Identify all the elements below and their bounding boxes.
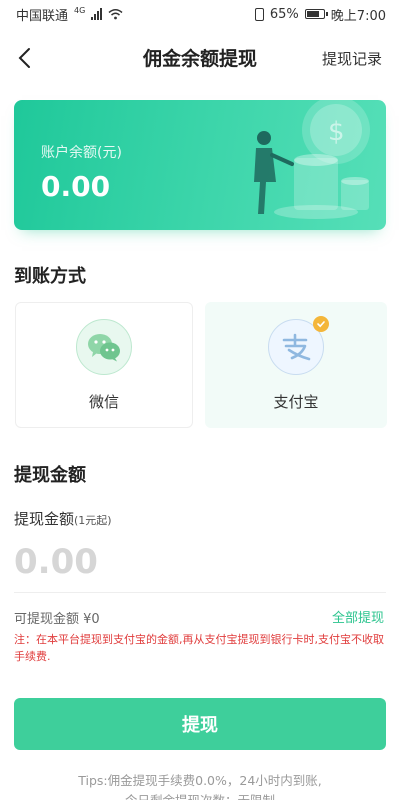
fee-note: 注：在本平台提现到支付宝的金额,再从支付宝提现到银行卡时,支付宝不收取手续费. bbox=[14, 633, 384, 663]
tips-text: Tips:佣金提现手续费0.0%，24小时内到账, 今日剩余提现次数：无限制 bbox=[0, 771, 400, 800]
wifi-icon bbox=[108, 9, 123, 20]
network-type-label: 4G bbox=[74, 5, 86, 15]
status-bar: 中国联通 4G 65% 晚上7:00 bbox=[0, 0, 400, 28]
signal-icon bbox=[91, 8, 103, 20]
payment-option-label: 支付宝 bbox=[273, 393, 319, 411]
nav-bar: 佣金余额提现 提现记录 bbox=[0, 34, 400, 82]
clock: 晚上7:00 bbox=[330, 8, 386, 24]
withdraw-amount-title: 提现金额 bbox=[14, 461, 86, 487]
divider bbox=[14, 592, 386, 593]
balance-card: $ 账户余额(元) 0.00 bbox=[14, 100, 386, 230]
available-amount: 可提现金额 ¥0 bbox=[14, 612, 100, 627]
carrier-label: 中国联通 bbox=[16, 8, 69, 24]
battery-icon bbox=[304, 9, 328, 19]
payment-option-alipay[interactable]: 支付宝 bbox=[205, 302, 387, 428]
balance-amount: 0.00 bbox=[41, 170, 111, 203]
withdraw-records-link[interactable]: 提现记录 bbox=[322, 48, 382, 69]
balance-label: 账户余额(元) bbox=[41, 145, 122, 161]
amount-field-label: 提现金额(1元起) bbox=[14, 508, 112, 529]
coins-illustration-icon: $ bbox=[254, 100, 370, 219]
payment-option-wechat[interactable]: 微信 bbox=[15, 302, 193, 428]
withdraw-all-button[interactable]: 全部提现 bbox=[332, 607, 384, 626]
battery-percent: 65% bbox=[269, 6, 299, 22]
amount-field-label-text: 提现金额 bbox=[14, 510, 75, 528]
payment-method-title: 到账方式 bbox=[14, 262, 86, 288]
amount-field-hint: (1元起) bbox=[74, 514, 112, 527]
tips-line-2: 今日剩余提现次数：无限制 bbox=[0, 791, 400, 800]
selected-check-icon bbox=[313, 316, 329, 332]
svg-text:$: $ bbox=[328, 117, 345, 147]
withdraw-button[interactable]: 提现 bbox=[14, 698, 386, 750]
vibrate-icon bbox=[254, 7, 264, 21]
amount-input[interactable] bbox=[14, 540, 386, 584]
payment-option-label: 微信 bbox=[88, 393, 119, 411]
wechat-icon bbox=[76, 319, 132, 375]
tips-line-1: Tips:佣金提现手续费0.0%，24小时内到账, bbox=[78, 773, 322, 788]
alipay-icon bbox=[268, 316, 329, 375]
